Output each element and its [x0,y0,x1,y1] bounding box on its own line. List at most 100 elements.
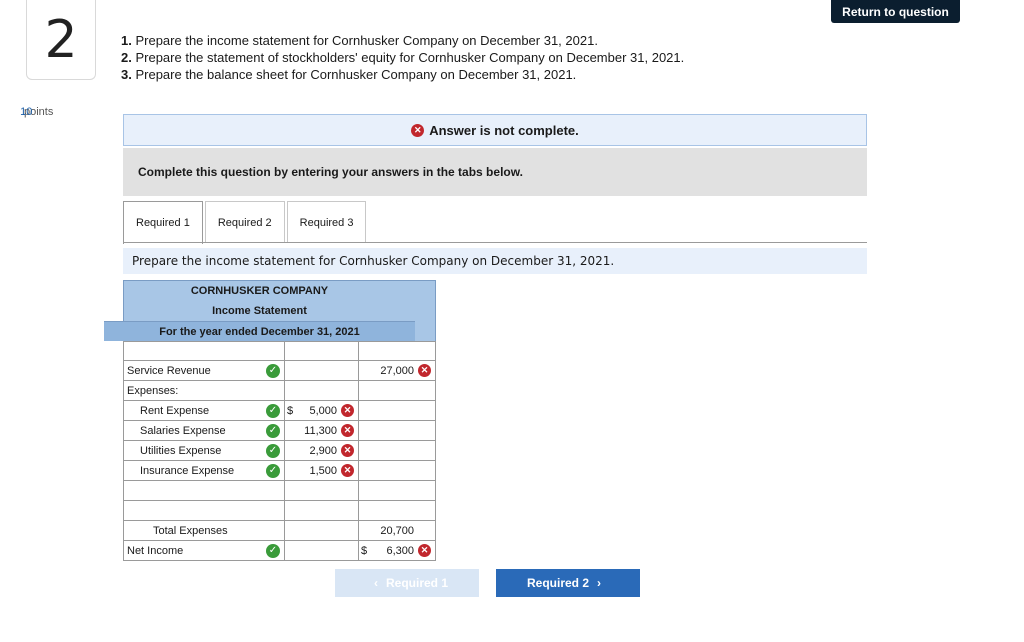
label-cell[interactable]: Net Income ✓ [123,541,284,561]
label-cell[interactable]: Insurance Expense ✓ [123,461,284,481]
cell-value: 2,900 [309,444,337,457]
chevron-left-icon: ‹ [373,576,378,590]
error-icon: ✕ [341,424,354,437]
cell-value: 27,000 [380,364,414,377]
table-row: Insurance Expense ✓ 1,500 ✕ [123,461,436,481]
chevron-right-icon: › [597,576,601,590]
tab-required-3[interactable]: Required 3 [286,201,367,243]
company-name: CORNHUSKER COMPANY [190,285,329,297]
table-row: Utilities Expense ✓ 2,900 ✕ [123,441,436,461]
row-label: Rent Expense [140,404,210,417]
label-cell[interactable]: Utilities Expense ✓ [123,441,284,461]
instruction-item: 2. Prepare the statement of stockholders… [121,50,685,65]
answer-status-banner: ✕ Answer is not complete. [123,114,867,146]
cell-value: 5,000 [309,404,337,417]
table-row [123,481,436,501]
amount-cell[interactable] [284,521,358,541]
total-cell[interactable] [358,421,436,441]
total-cell[interactable] [358,381,436,401]
table-row: Net Income ✓ $ 6,300 ✕ [123,541,436,561]
cell-value: 1,500 [309,464,337,477]
error-icon: ✕ [411,123,425,137]
total-cell[interactable] [358,461,436,481]
tab-bar: Required 1 Required 2 Required 3 [123,201,368,244]
income-statement-table: CORNHUSKER COMPANY Income Statement For … [104,280,436,561]
error-icon: ✕ [341,404,354,417]
label-cell[interactable] [123,341,284,361]
tab-prompt: Prepare the income statement for Cornhus… [123,248,867,274]
label-cell[interactable]: Service Revenue ✓ [123,361,284,381]
total-cell[interactable] [358,341,436,361]
error-icon: ✕ [418,544,431,557]
instruction-item: 3. Prepare the balance sheet for Cornhus… [121,67,577,82]
statement-period: For the year ended December 31, 2021 [104,321,415,341]
next-label: Required 2 [526,576,589,590]
label-cell[interactable]: Total Expenses [123,521,284,541]
amount-cell[interactable] [284,381,358,401]
total-cell[interactable]: 27,000 ✕ [358,361,436,381]
statement-title: Income Statement [212,305,307,317]
amount-cell[interactable] [284,341,358,361]
tab-divider [123,242,867,243]
amount-cell[interactable] [284,481,358,501]
label-cell[interactable]: Salaries Expense ✓ [123,421,284,441]
dollar-sign: $ [361,544,368,557]
check-icon: ✓ [266,424,280,438]
total-cell[interactable]: $ 6,300 ✕ [358,541,436,561]
label-cell[interactable]: Expenses: [123,381,284,401]
amount-cell[interactable]: $ 5,000 ✕ [284,401,358,421]
check-icon: ✓ [266,404,280,418]
row-label: Expenses: [127,384,179,397]
row-label: Utilities Expense [140,444,222,457]
instruction-item: 1. Prepare the income statement for Corn… [121,33,598,48]
table-row: Expenses: [123,381,436,401]
amount-cell[interactable]: 11,300 ✕ [284,421,358,441]
instructions-list: 1. Prepare the income statement for Corn… [121,32,684,83]
total-cell[interactable] [358,481,436,501]
prev-label: Required 1 [385,576,448,590]
row-label: Salaries Expense [140,424,226,437]
label-cell[interactable] [123,481,284,501]
label-cell[interactable]: Rent Expense ✓ [123,401,284,421]
cell-value: 11,300 [304,424,337,437]
row-label: Net Income [127,544,184,557]
check-icon: ✓ [266,364,280,378]
row-label: Insurance Expense [140,464,235,477]
error-icon: ✕ [341,464,354,477]
points-indicator: 10 points [20,105,53,120]
cell-value: 20,700 [380,524,414,537]
table-row [123,341,436,361]
amount-cell[interactable] [284,501,358,521]
points-value: 10 [20,106,33,118]
label-cell[interactable] [123,501,284,521]
amount-cell[interactable]: 2,900 ✕ [284,441,358,461]
return-to-question-button[interactable]: Return to question [831,0,960,23]
complete-instructions: Complete this question by entering your … [123,148,867,196]
check-icon: ✓ [266,444,280,458]
cell-value: 6,300 [386,544,414,557]
prev-required-button[interactable]: ‹ Required 1 [335,569,479,597]
total-cell[interactable] [358,401,436,421]
error-icon: ✕ [341,444,354,457]
amount-cell[interactable]: 1,500 ✕ [284,461,358,481]
table-row: Rent Expense ✓ $ 5,000 ✕ [123,401,436,421]
next-required-button[interactable]: Required 2 › [496,569,640,597]
total-cell[interactable] [358,501,436,521]
question-number: 2 [26,0,96,80]
tab-required-2[interactable]: Required 2 [204,201,285,243]
total-cell[interactable]: 20,700 [358,521,436,541]
table-row: Service Revenue ✓ 27,000 ✕ [123,361,436,381]
answer-status-text: Answer is not complete. [429,122,579,138]
table-row: Salaries Expense ✓ 11,300 ✕ [123,421,436,441]
check-icon: ✓ [266,464,280,478]
amount-cell[interactable] [284,361,358,381]
amount-cell[interactable] [284,541,358,561]
total-cell[interactable] [358,441,436,461]
row-label: Total Expenses [153,524,228,537]
check-icon: ✓ [266,544,280,558]
table-row: Total Expenses 20,700 [123,521,436,541]
dollar-sign: $ [287,404,294,417]
tab-required-1[interactable]: Required 1 [123,201,203,244]
row-label: Service Revenue [127,364,211,377]
statement-header: CORNHUSKER COMPANY Income Statement For … [104,280,436,341]
